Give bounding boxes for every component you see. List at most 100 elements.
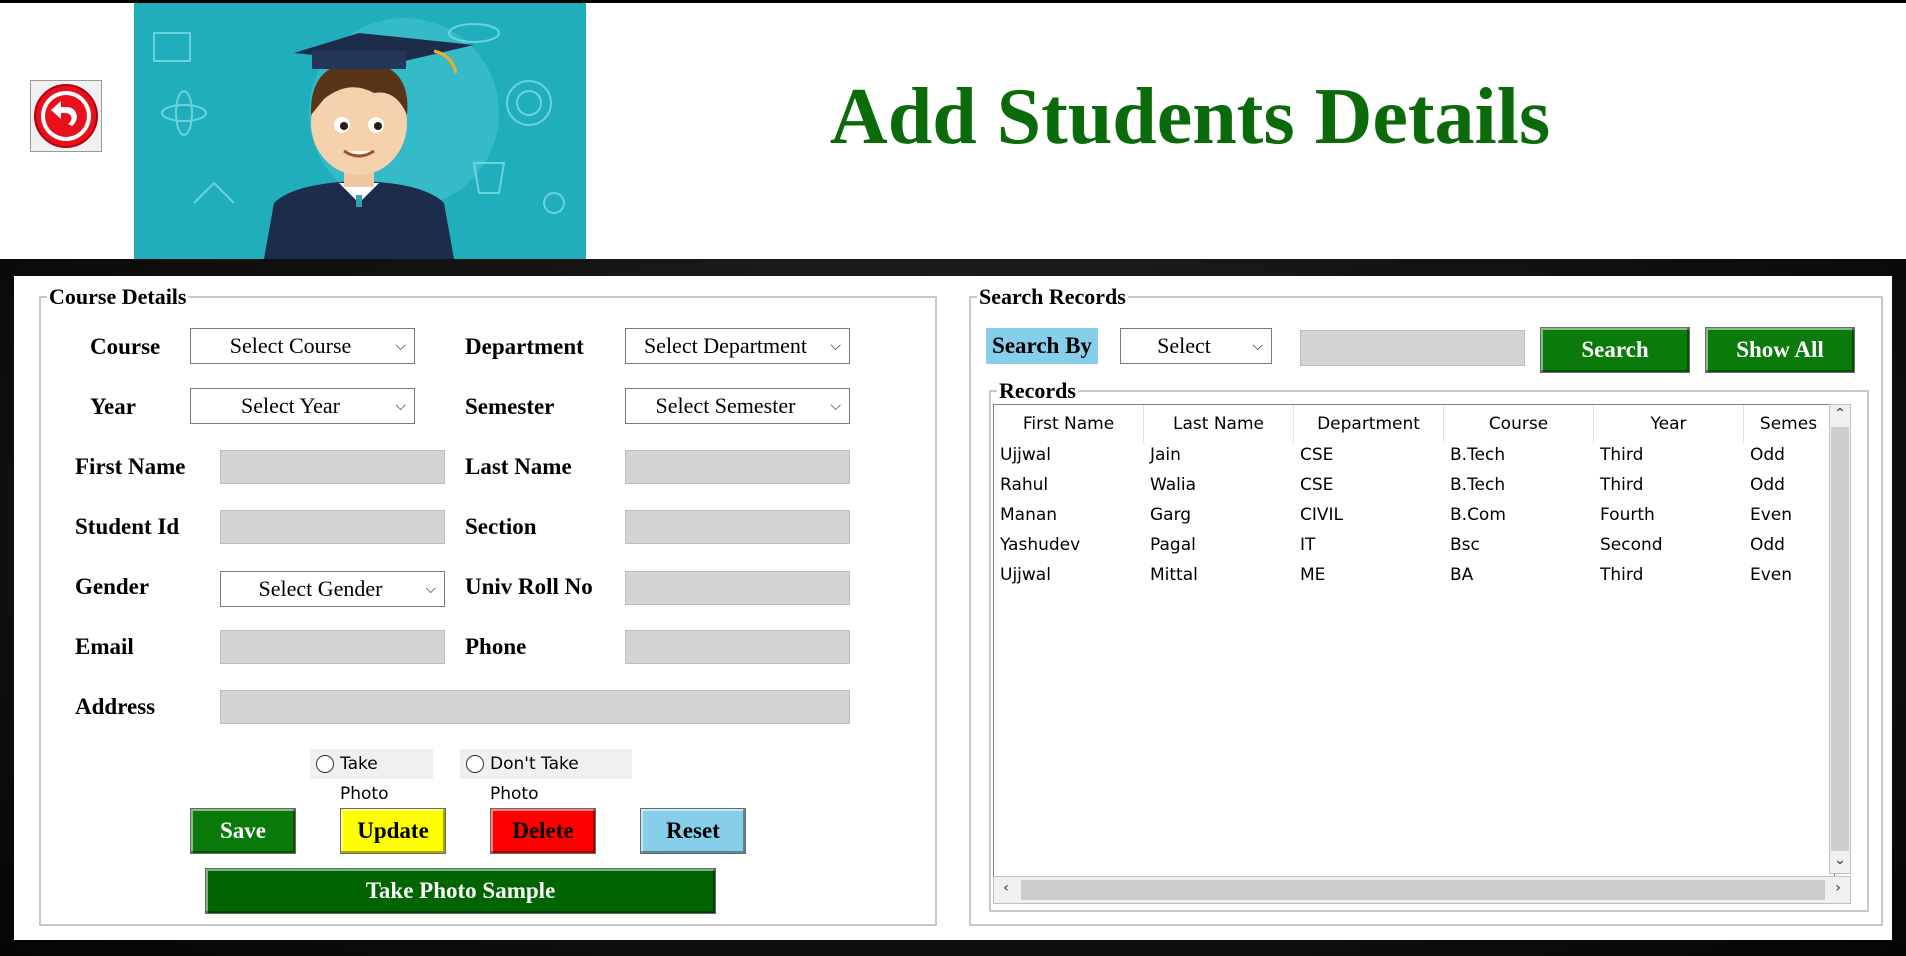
column-header-year[interactable]: Year <box>1594 405 1744 443</box>
chevron-down-icon[interactable]: ⌄ <box>1829 852 1851 868</box>
table-row[interactable]: Manan Garg CIVIL B.Com Fourth Even <box>994 505 1827 535</box>
records-legend: Records <box>999 378 1076 403</box>
take-photo-sample-button[interactable]: Take Photo Sample <box>205 868 716 914</box>
last-name-field[interactable] <box>625 450 850 484</box>
chevron-right-icon[interactable]: › <box>1827 880 1849 896</box>
cell-department: IT <box>1300 535 1316 555</box>
gender-label: Gender <box>75 574 150 599</box>
phone-label: Phone <box>465 634 527 659</box>
cell-course: B.Com <box>1450 505 1506 525</box>
column-header-semester[interactable]: Semes <box>1744 405 1834 443</box>
cell-semester: Even <box>1750 565 1793 585</box>
back-arrow-icon <box>34 84 98 148</box>
gender-select[interactable]: Select Gender ⌵ <box>220 571 445 607</box>
department-label: Department <box>465 334 584 359</box>
chevron-down-icon: ⌵ <box>830 398 841 414</box>
table-row[interactable]: Ujjwal Mittal ME BA Third Even <box>994 565 1827 595</box>
update-button[interactable]: Update <box>340 808 446 854</box>
cell-department: CSE <box>1300 475 1334 495</box>
cell-department: CIVIL <box>1300 505 1343 525</box>
cell-course: BA <box>1450 565 1474 585</box>
chevron-down-icon: ⌵ <box>395 338 406 354</box>
department-select[interactable]: Select Department ⌵ <box>625 328 850 364</box>
horizontal-scroll-thumb[interactable] <box>1021 880 1825 900</box>
chevron-left-icon[interactable]: ‹ <box>995 880 1017 896</box>
cell-course: Bsc <box>1450 535 1480 555</box>
cell-first-name: Manan <box>1000 505 1058 525</box>
cell-year: Third <box>1600 565 1644 585</box>
column-header-first-name[interactable]: First Name <box>994 405 1144 443</box>
chevron-down-icon: ⌵ <box>830 338 841 354</box>
semester-select[interactable]: Select Semester ⌵ <box>625 388 850 424</box>
cell-semester: Even <box>1750 505 1793 525</box>
year-select[interactable]: Select Year ⌵ <box>190 388 415 424</box>
chevron-up-icon[interactable]: ⌃ <box>1829 406 1851 422</box>
cell-year: Fourth <box>1600 505 1655 525</box>
cell-last-name: Pagal <box>1150 535 1196 555</box>
student-id-field[interactable] <box>220 510 445 544</box>
course-details-legend: Course Details <box>49 284 187 309</box>
phone-field[interactable] <box>625 630 850 664</box>
search-by-label: Search By <box>986 328 1098 364</box>
table-row[interactable]: Rahul Walia CSE B.Tech Third Odd <box>994 475 1827 505</box>
delete-button[interactable]: Delete <box>490 808 596 854</box>
cell-year: Third <box>1600 445 1644 465</box>
cell-first-name: Ujjwal <box>1000 445 1051 465</box>
address-field[interactable] <box>220 690 850 724</box>
cell-semester: Odd <box>1750 475 1785 495</box>
email-field[interactable] <box>220 630 445 664</box>
show-all-button[interactable]: Show All <box>1705 327 1855 373</box>
reset-button[interactable]: Reset <box>640 808 746 854</box>
first-name-label: First Name <box>75 454 186 479</box>
radio-circle-icon <box>466 755 484 773</box>
search-records-legend: Search Records <box>979 284 1126 309</box>
first-name-field[interactable] <box>220 450 445 484</box>
cell-last-name: Mittal <box>1150 565 1198 585</box>
search-button[interactable]: Search <box>1540 327 1690 373</box>
email-label: Email <box>75 634 134 659</box>
cell-semester: Odd <box>1750 445 1785 465</box>
search-by-select[interactable]: Select ⌵ <box>1120 328 1272 364</box>
semester-label: Semester <box>465 394 555 419</box>
cell-year: Third <box>1600 475 1644 495</box>
table-row[interactable]: Yashudev Pagal IT Bsc Second Odd <box>994 535 1827 565</box>
radio-circle-icon <box>316 755 334 773</box>
save-button[interactable]: Save <box>190 808 296 854</box>
cell-course: B.Tech <box>1450 445 1506 465</box>
cell-first-name: Yashudev <box>1000 535 1081 555</box>
cell-year: Second <box>1600 535 1663 555</box>
year-label: Year <box>90 394 136 419</box>
semester-select-value: Select Semester <box>655 393 796 418</box>
column-header-department[interactable]: Department <box>1294 405 1444 443</box>
column-header-last-name[interactable]: Last Name <box>1144 405 1294 443</box>
cell-first-name: Ujjwal <box>1000 565 1051 585</box>
back-button[interactable] <box>30 80 102 152</box>
take-photo-radio[interactable]: Take Photo <box>310 749 433 804</box>
cell-course: B.Tech <box>1450 475 1506 495</box>
last-name-label: Last Name <box>465 454 572 479</box>
course-details-frame: Course Details <box>39 284 937 926</box>
course-select[interactable]: Select Course ⌵ <box>190 328 415 364</box>
address-label: Address <box>75 694 156 719</box>
table-row[interactable]: Ujjwal Jain CSE B.Tech Third Odd <box>994 445 1827 475</box>
cell-last-name: Jain <box>1150 445 1181 465</box>
cell-department: CSE <box>1300 445 1334 465</box>
section-label: Section <box>465 514 537 539</box>
vertical-scroll-thumb[interactable] <box>1831 427 1849 851</box>
cell-first-name: Rahul <box>1000 475 1049 495</box>
cell-semester: Odd <box>1750 535 1785 555</box>
dont-take-photo-radio[interactable]: Don't Take Photo <box>460 749 632 804</box>
department-select-value: Select Department <box>643 333 808 358</box>
univ-roll-label: Univ Roll No <box>465 574 593 599</box>
cell-last-name: Garg <box>1150 505 1192 525</box>
search-input[interactable] <box>1300 330 1525 366</box>
column-header-course[interactable]: Course <box>1444 405 1594 443</box>
univ-roll-field[interactable] <box>625 571 850 605</box>
section-field[interactable] <box>625 510 850 544</box>
records-table[interactable]: First Name Last Name Department Course Y… <box>993 404 1835 904</box>
chevron-down-icon: ⌵ <box>395 398 406 414</box>
course-label: Course <box>90 334 161 359</box>
take-photo-radio-label: Take Photo <box>340 754 389 804</box>
cell-department: ME <box>1300 565 1326 585</box>
page-title: Add Students Details <box>829 73 1551 161</box>
